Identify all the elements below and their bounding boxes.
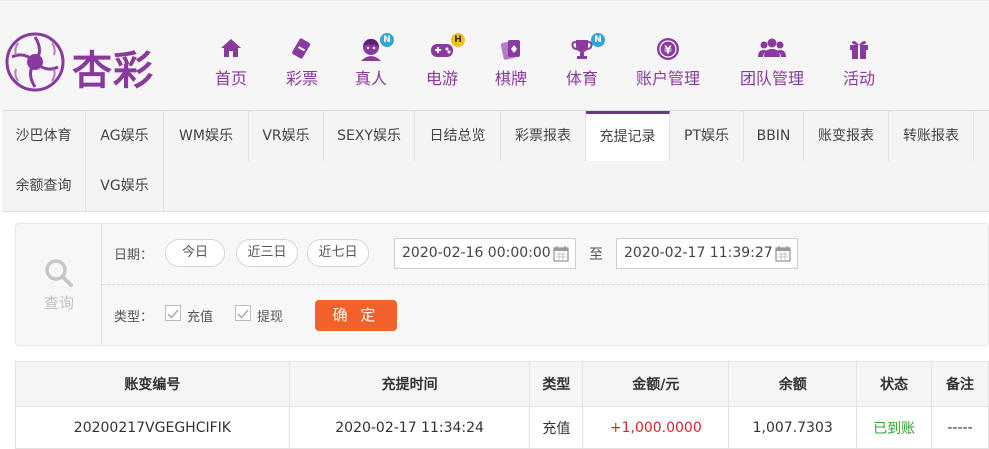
- nav-label: 账户管理: [635, 69, 700, 88]
- withdraw-label: 提现: [257, 310, 284, 325]
- column-header: 类型: [529, 361, 584, 407]
- brand-logo[interactable]: 杏彩: [4, 31, 164, 94]
- column-header: 充提时间: [288, 361, 531, 407]
- tab-pt[interactable]: PT娱乐: [670, 111, 744, 161]
- report-tabs: 沙巴体育 AG娱乐 WM娱乐 VR娱乐 SEXY娱乐 日结总览 彩票报表 充提记…: [2, 110, 989, 212]
- nav-sports[interactable]: N 体育: [563, 33, 605, 93]
- record-remark: -----: [931, 406, 989, 449]
- hot-badge: H: [451, 33, 465, 47]
- tab-wm[interactable]: WM娱乐: [164, 111, 249, 161]
- logo-emblem-icon: [5, 32, 65, 92]
- record-type: 充值: [529, 406, 584, 449]
- gamepad-icon: H: [429, 33, 465, 61]
- tab-saba-sports[interactable]: 沙巴体育: [2, 111, 86, 161]
- search-icon: [45, 259, 73, 287]
- nav-promotions[interactable]: 活动: [840, 37, 878, 93]
- start-date-value: 2020-02-16 00:00:00: [402, 245, 551, 261]
- start-date-input[interactable]: 2020-02-16 00:00:00: [394, 238, 576, 269]
- query-label: 查询: [43, 294, 74, 312]
- record-time: 2020-02-17 11:34:24: [288, 406, 531, 449]
- tab-bbin[interactable]: BBIN: [744, 111, 804, 161]
- end-date-value: 2020-02-17 11:39:27: [624, 245, 773, 261]
- table-row: 20200217VGEGHCIFIK 2020-02-17 11:34:24 充…: [15, 406, 989, 449]
- date-label: 日期：: [114, 248, 154, 263]
- tab-ag[interactable]: AG娱乐: [86, 111, 164, 161]
- quick-3days-button[interactable]: 近三日: [236, 239, 298, 267]
- end-date-input[interactable]: 2020-02-17 11:39:27: [616, 238, 798, 269]
- tab-lottery-report[interactable]: 彩票报表: [501, 111, 586, 161]
- nav-label: 活动: [842, 69, 875, 88]
- yen-icon: ¥: [633, 37, 703, 61]
- deposit-checkbox[interactable]: [165, 305, 181, 321]
- tab-daily-summary[interactable]: 日结总览: [415, 111, 501, 161]
- brand-name: 杏彩: [72, 47, 154, 94]
- deposit-label: 充值: [187, 310, 214, 325]
- new-badge: N: [380, 33, 394, 47]
- check-icon: [167, 309, 179, 319]
- nav-team[interactable]: 团队管理: [737, 37, 807, 93]
- record-status: 已到账: [856, 406, 933, 449]
- confirm-button[interactable]: 确 定: [315, 300, 397, 331]
- column-header: 状态: [856, 361, 933, 407]
- nav-egames[interactable]: H 电游: [423, 33, 465, 93]
- withdraw-checkbox[interactable]: [235, 305, 251, 321]
- nav-home[interactable]: 首页: [212, 37, 250, 93]
- tab-sexy[interactable]: SEXY娱乐: [324, 111, 415, 161]
- quick-7days-button[interactable]: 近七日: [307, 239, 369, 267]
- records-table: 账变编号 充提时间 类型 金额/元 余额 状态 备注 20200217VGEGH…: [15, 361, 989, 449]
- top-header: 杏彩 首页 彩票 N 真人 H 电游 棋牌 N 体育 ¥ 账户管理 团队管理 活…: [0, 0, 989, 110]
- record-balance: 1,007.7303: [728, 406, 858, 449]
- nav-label: 彩票: [285, 69, 318, 88]
- check-icon: [237, 309, 249, 319]
- query-panel: 查询 日期： 今日 近三日 近七日 2020-02-16 00:00:00 至 …: [15, 223, 989, 346]
- nav-account[interactable]: ¥ 账户管理: [633, 37, 703, 93]
- column-header: 备注: [931, 361, 989, 407]
- quick-today-button[interactable]: 今日: [165, 239, 225, 267]
- date-filter-row: 日期： 今日 近三日 近七日 2020-02-16 00:00:00 至 202…: [102, 224, 989, 285]
- tab-deposit-withdraw-records[interactable]: 充提记录: [586, 111, 670, 161]
- new-badge: N: [591, 33, 605, 47]
- trophy-icon: N: [569, 33, 605, 61]
- nav-label: 首页: [214, 69, 247, 88]
- cards-icon: [492, 37, 530, 61]
- tab-vr[interactable]: VR娱乐: [249, 111, 324, 161]
- record-amount: +1,000.0000: [582, 406, 730, 449]
- nav-chess[interactable]: 棋牌: [492, 37, 530, 93]
- date-range-separator: 至: [589, 247, 603, 263]
- column-header: 账变编号: [15, 361, 290, 407]
- tab-vg[interactable]: VG娱乐: [86, 161, 164, 211]
- tab-transfer-report[interactable]: 转账报表: [889, 111, 974, 161]
- nav-lottery[interactable]: 彩票: [283, 37, 321, 93]
- tab-account-change-report[interactable]: 账变报表: [804, 111, 889, 161]
- query-section-title: 查询: [16, 224, 102, 345]
- column-header: 金额/元: [582, 361, 730, 407]
- team-icon: [758, 37, 786, 61]
- calendar-icon[interactable]: [775, 245, 791, 262]
- calendar-icon[interactable]: [553, 245, 569, 262]
- nav-label: 真人: [354, 69, 387, 88]
- dealer-icon: N: [358, 33, 394, 61]
- svg-text:¥: ¥: [664, 44, 672, 57]
- type-label: 类型：: [114, 310, 154, 325]
- nav-live[interactable]: N 真人: [352, 33, 394, 93]
- ticket-icon: [283, 37, 321, 61]
- nav-label: 体育: [565, 69, 598, 88]
- column-header: 余额: [728, 361, 858, 407]
- home-icon: [212, 37, 250, 61]
- gift-icon: [840, 37, 878, 61]
- record-id: 20200217VGEGHCIFIK: [15, 406, 290, 449]
- nav-label: 电游: [425, 69, 458, 88]
- nav-label: 团队管理: [739, 69, 804, 88]
- table-header-row: 账变编号 充提时间 类型 金额/元 余额 状态 备注: [15, 361, 989, 407]
- nav-label: 棋牌: [494, 69, 527, 88]
- tab-balance-query[interactable]: 余额查询: [2, 161, 86, 211]
